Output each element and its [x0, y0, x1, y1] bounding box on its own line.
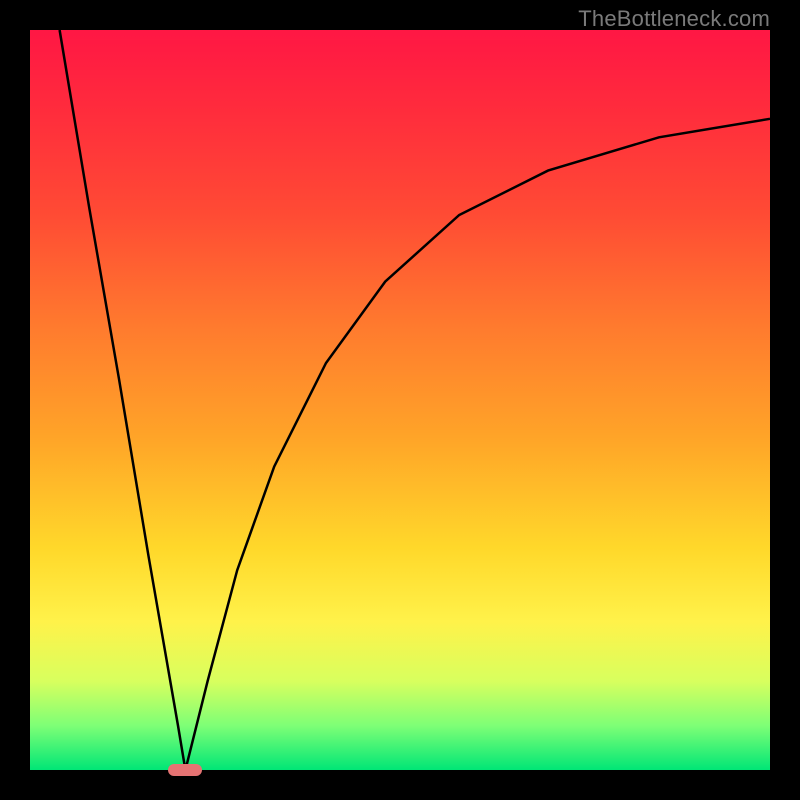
chart-frame: TheBottleneck.com	[0, 0, 800, 800]
watermark-text: TheBottleneck.com	[578, 6, 770, 32]
plot-area	[30, 30, 770, 770]
bottleneck-curve	[60, 30, 770, 770]
curve-svg	[30, 30, 770, 770]
minimum-marker	[168, 764, 202, 776]
